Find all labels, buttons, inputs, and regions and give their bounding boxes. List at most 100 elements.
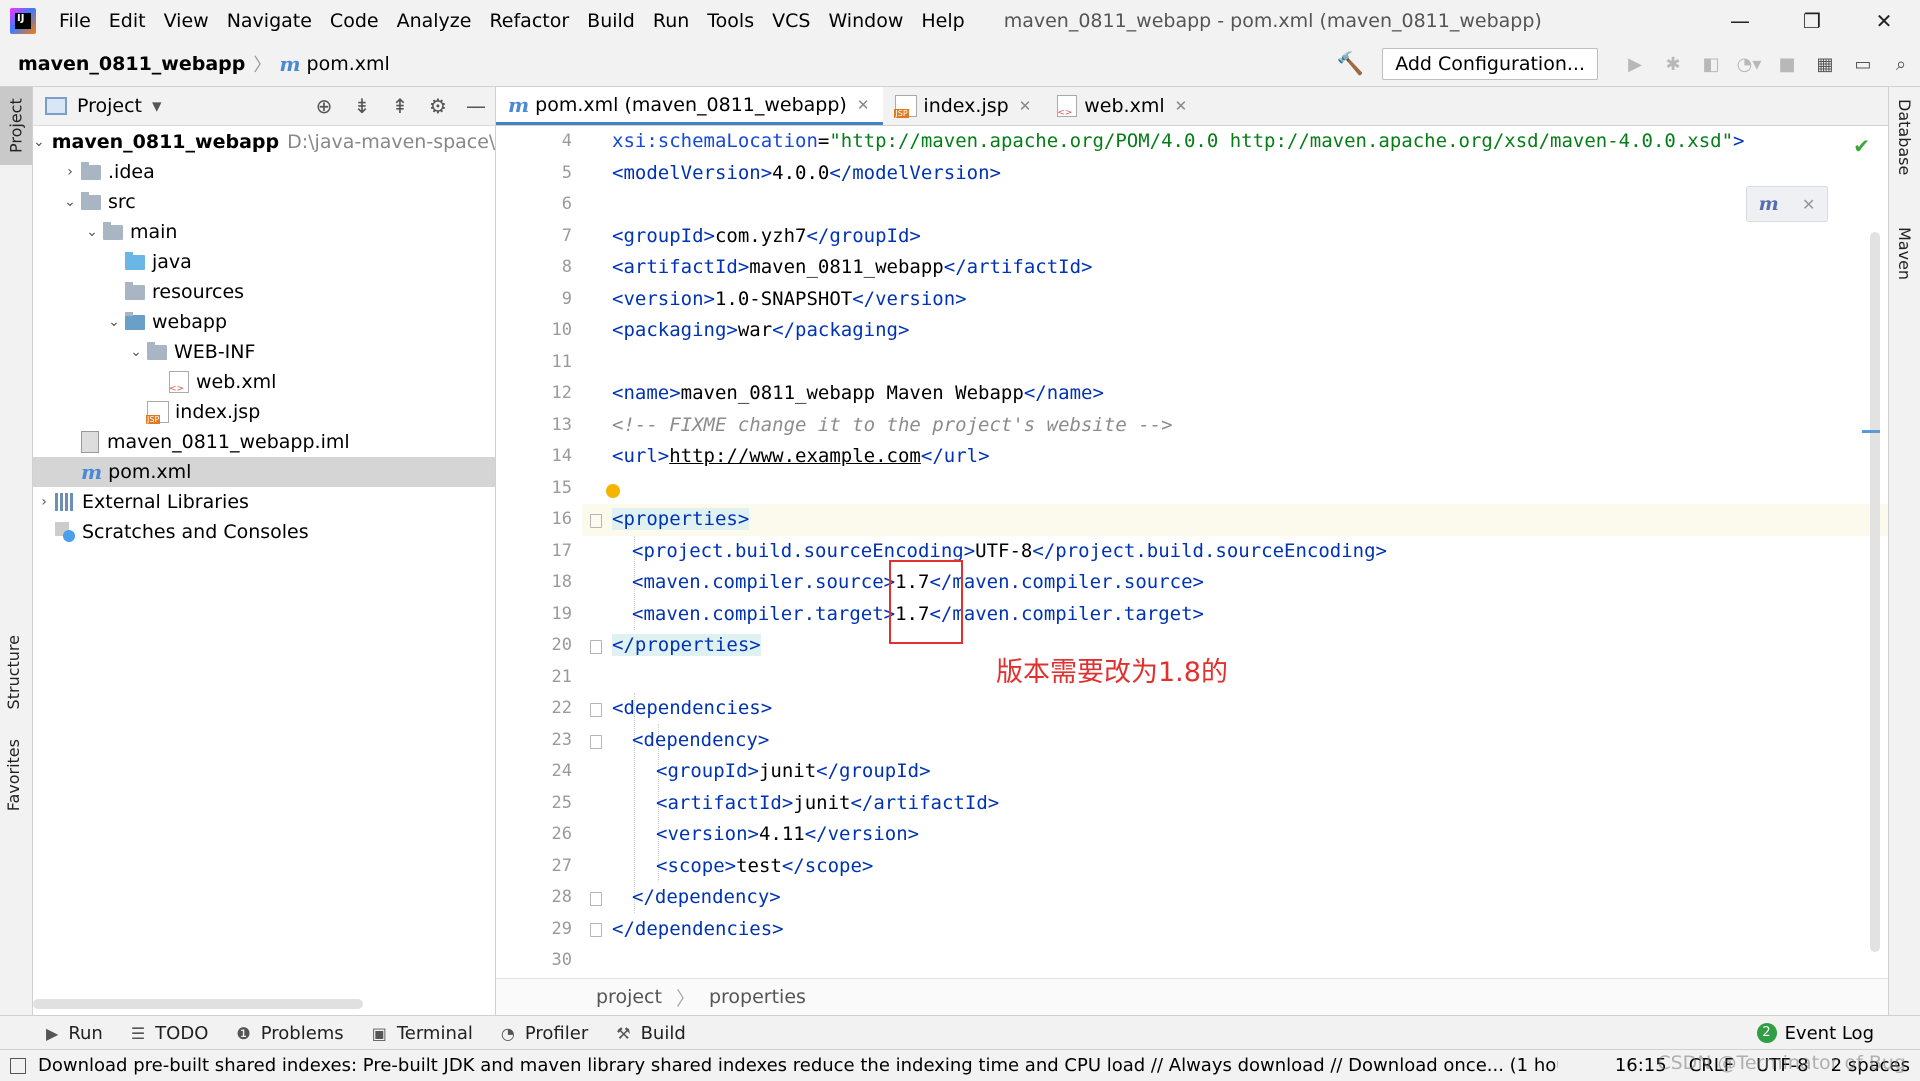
run-icon[interactable]: ▶ [1616,54,1654,75]
hide-panel-icon[interactable]: — [457,94,495,118]
chevron-right-icon[interactable]: › [59,164,81,180]
chevron-down-icon[interactable]: ⌄ [33,134,45,150]
event-log-button[interactable]: 2 Event Log [1756,1016,1874,1050]
url-link[interactable]: http://www.example.com [669,445,921,467]
xml-text: 4.0.0 [772,161,830,184]
fold-marker[interactable] [590,892,602,906]
tree-item-label: .idea [108,161,155,183]
xml-tag-matched: <properties> [612,508,750,530]
inspection-ok-check-icon[interactable]: ✔ [1853,134,1870,158]
tree-item-web-xml[interactable]: web.xml [33,367,495,397]
tree-item-project-root[interactable]: ⌄ maven_0811_webapp D:\java-maven-space\… [33,127,495,157]
chevron-down-icon[interactable]: ⌄ [81,224,103,240]
menu-tools[interactable]: Tools [698,10,763,32]
menu-code[interactable]: Code [321,10,388,32]
debug-icon[interactable]: ✱ [1654,54,1692,75]
menu-run[interactable]: Run [644,10,698,32]
add-configuration-button[interactable]: Add Configuration... [1382,48,1598,80]
status-message[interactable]: Download pre-built shared indexes: Pre-b… [38,1055,1558,1076]
chevron-down-icon[interactable]: ⌄ [103,314,125,330]
fold-marker[interactable] [590,923,602,937]
project-panel-title[interactable]: Project [77,95,142,117]
tab-structure-tool[interactable]: Structure [4,635,23,709]
tool-profiler[interactable]: ◔ Profiler [501,1023,588,1044]
fold-marker[interactable] [590,640,602,654]
code-text-area[interactable]: xsi:schemaLocation="http://maven.apache.… [612,126,1862,978]
maven-reload-icon[interactable]: m [1759,193,1779,215]
tree-item-java[interactable]: java [33,247,495,277]
chevron-right-icon[interactable]: › [33,494,55,510]
fold-marker[interactable] [590,514,602,528]
tab-index-jsp[interactable]: index.jsp ✕ [883,87,1045,125]
project-structure-icon[interactable]: ▦ [1806,54,1844,75]
breadcrumb-project-tag[interactable]: project [596,986,662,1008]
close-tab-icon[interactable]: ✕ [1019,97,1032,115]
tab-project-tool[interactable]: Project [0,87,32,165]
maven-reload-popup[interactable]: m ✕ [1746,186,1828,222]
tree-item-src[interactable]: ⌄ src [33,187,495,217]
close-popup-icon[interactable]: ✕ [1802,195,1815,214]
maven-file-icon: m [81,460,103,484]
restore-button[interactable]: ❐ [1776,0,1848,42]
menu-navigate[interactable]: Navigate [218,10,321,32]
tool-todo[interactable]: ☰ TODO [131,1023,209,1044]
close-tab-icon[interactable]: ✕ [1175,97,1188,115]
search-icon[interactable]: ⌕ [1882,54,1920,75]
tree-item-resources[interactable]: resources [33,277,495,307]
menu-analyze[interactable]: Analyze [388,10,481,32]
tab-favorites-tool[interactable]: Favorites [4,739,23,811]
tool-problems[interactable]: ❶ Problems [236,1023,343,1044]
tab-web-xml[interactable]: web.xml ✕ [1045,87,1201,125]
fold-marker[interactable] [590,703,602,717]
code-editor[interactable]: 4 5 6 7 8 9 10 11 12 13 14 15 16 17 18 1… [496,126,1888,978]
toggle-tool-windows-icon[interactable] [10,1057,26,1074]
code-line-9: <version>1.0-SNAPSHOT</version> [612,284,967,316]
tab-database-tool[interactable]: Database [1895,99,1914,175]
tree-item-webapp[interactable]: ⌄ webapp [33,307,495,337]
breadcrumb-file[interactable]: pom.xml [307,53,390,75]
tool-run[interactable]: ▶ Run [46,1023,103,1044]
tool-terminal[interactable]: ▣ Terminal [372,1023,473,1044]
tree-item-web-inf[interactable]: ⌄ WEB-INF [33,337,495,367]
expand-all-icon[interactable]: ⇟ [343,94,381,118]
minimize-button[interactable]: — [1704,0,1776,42]
close-tab-icon[interactable]: ✕ [857,96,870,114]
menu-edit[interactable]: Edit [100,10,155,32]
chevron-down-icon[interactable]: ⌄ [125,344,147,360]
menu-window[interactable]: Window [819,10,912,32]
menu-build[interactable]: Build [578,10,644,32]
tree-item-pom-xml[interactable]: m pom.xml [33,457,495,487]
collapse-all-icon[interactable]: ⇞ [381,94,419,118]
tree-item-scratches[interactable]: Scratches and Consoles [33,517,495,547]
menu-view[interactable]: View [155,10,218,32]
vertical-scrollbar[interactable] [1870,232,1880,952]
build-hammer-icon[interactable]: 🔨 [1337,52,1364,77]
menu-vcs[interactable]: VCS [763,10,819,32]
breadcrumb-project[interactable]: maven_0811_webapp [18,53,245,75]
coverage-icon[interactable]: ◧ [1692,54,1730,75]
tree-item-iml[interactable]: maven_0811_webapp.iml [33,427,495,457]
breadcrumb-properties-tag[interactable]: properties [709,986,806,1008]
menu-refactor[interactable]: Refactor [480,10,578,32]
tab-maven-tool[interactable]: Maven [1895,227,1914,280]
profile-icon[interactable]: ◔▾ [1730,54,1768,75]
close-window-button[interactable]: ✕ [1848,0,1920,42]
menu-help[interactable]: Help [912,10,973,32]
line-number: 23 [551,729,572,750]
horizontal-scrollbar[interactable] [33,999,363,1009]
window-title: maven_0811_webapp - pom.xml (maven_0811_… [1003,10,1542,32]
chevron-down-icon[interactable]: ⌄ [59,194,81,210]
tree-item-idea[interactable]: › .idea [33,157,495,187]
locate-file-icon[interactable]: ⊕ [305,94,343,118]
tab-pom-xml[interactable]: m pom.xml (maven_0811_webapp) ✕ [496,87,884,125]
project-view-dropdown-icon[interactable]: ▾ [152,95,162,117]
tool-build[interactable]: ⚒ Build [616,1023,686,1044]
toggle-window-icon[interactable]: ▭ [1844,54,1882,75]
fold-marker[interactable] [590,735,602,749]
menu-file[interactable]: File [50,10,100,32]
settings-gear-icon[interactable]: ⚙ [419,94,457,118]
stop-icon[interactable]: ■ [1768,54,1806,75]
tree-item-external-libraries[interactable]: › External Libraries [33,487,495,517]
tree-item-main[interactable]: ⌄ main [33,217,495,247]
tree-item-index-jsp[interactable]: index.jsp [33,397,495,427]
